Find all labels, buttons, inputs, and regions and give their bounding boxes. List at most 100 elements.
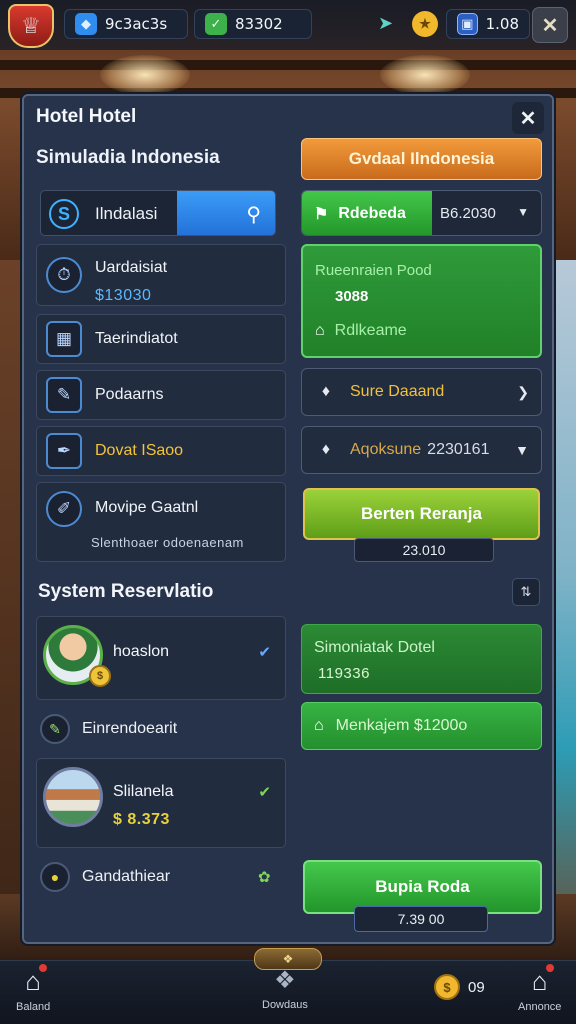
berten-price-tag: 23.010	[354, 538, 494, 562]
region-value: B6.2030	[440, 205, 496, 222]
coin-badge-icon: $	[89, 665, 111, 687]
search-icon: ⚲	[246, 203, 261, 226]
house-icon: ⌂	[532, 964, 554, 997]
list-item-label: Podaarns	[95, 386, 164, 403]
reservation-name: hoaslon	[113, 643, 170, 660]
pool-view	[554, 260, 576, 960]
panel-title: Hotel Hotel	[36, 106, 137, 127]
list-item-uardaisiat[interactable]: ⏱ Uardaisiat $13030	[36, 244, 286, 306]
list-item-dovat[interactable]: ✒ Dovat ISaoo	[36, 426, 286, 476]
berten-reranja-button[interactable]: Berten Reranja	[303, 488, 540, 540]
nav-annonce[interactable]: ⌂ Annonce	[518, 964, 562, 1013]
simoniatak-card[interactable]: Simoniatak Dotel 119336	[301, 624, 542, 694]
search-button[interactable]: ⚲	[177, 191, 275, 235]
reservation-item-slilanela[interactable]: Slilanela ✔ $ 8.373	[36, 758, 286, 848]
region-label: Rdebeda	[338, 205, 406, 222]
ceiling-light	[380, 55, 470, 95]
grid-icon: ▦	[46, 321, 82, 357]
gems-counter[interactable]: ◆ 9c3ac3s	[64, 9, 188, 39]
gems-value: 9c3ac3s	[105, 15, 168, 33]
list-item-label: Taerindiatot	[95, 330, 178, 347]
top-hud: ♕ ◆ 9c3ac3s ✓ 83302 ➤ ★ ▣ 1.08 ✕	[0, 0, 576, 50]
list-item-caption: Slenthoaer odoenaenam	[91, 535, 244, 550]
bupia-price-tag: 7.39 00	[354, 906, 488, 932]
nav-label: Dowdaus	[262, 999, 308, 1011]
left-wall	[0, 260, 24, 960]
aqoksune-value: 2230161	[427, 441, 490, 458]
nav-baland[interactable]: ⌂ Baland	[16, 964, 51, 1013]
wrench-icon[interactable]: ➤	[378, 13, 393, 34]
plain-row-label: Gandathiear	[82, 868, 171, 885]
card-value: 119336	[318, 665, 370, 682]
list-item-gandathiear[interactable]: ● Gandathiear ✿	[40, 862, 271, 892]
panel-close-icon[interactable]: ✕	[512, 102, 544, 134]
pencil-icon: ✎	[46, 377, 82, 413]
close-icon[interactable]: ✕	[532, 7, 568, 43]
sure-daaand-row[interactable]: ♦ Sure Daaand ❯	[301, 368, 542, 416]
aqoksune-label: Aqoksune	[350, 441, 422, 458]
chevron-right-icon: ❯	[517, 383, 529, 400]
search-value: Ilndalasi	[95, 204, 158, 223]
reservation-value: $ 8.373	[113, 811, 170, 828]
flag-icon: ⚑	[314, 206, 329, 223]
reservation-summary-card[interactable]: Rueenraien Pood 3088 ⌂ Rdlkeame	[301, 244, 542, 358]
menkajem-label: Menkajem $1200o	[335, 717, 468, 734]
hotel-icon: ⌂	[315, 322, 325, 339]
ceiling-light	[100, 55, 190, 95]
summary-footer: ⌂ Rdlkeame	[315, 322, 407, 340]
summary-value: 3088	[335, 288, 369, 305]
shield-icon: ♦	[321, 441, 331, 458]
brush-icon: ✐	[46, 491, 82, 527]
cash-value: 83302	[235, 15, 283, 33]
hotel-icon: ⌂	[314, 717, 324, 734]
gold-coin-icon[interactable]: ★	[412, 11, 438, 37]
reservation-item-hoaslon[interactable]: $ hoaslon ✔	[36, 616, 286, 700]
cash-counter[interactable]: ✓ 83302	[194, 9, 312, 39]
summary-footer-label: Rdlkeame	[334, 322, 407, 339]
plain-row-label: Einrendoearit	[82, 720, 178, 737]
profile-crest-icon[interactable]: ♕	[8, 4, 54, 48]
check-icon: ✔	[258, 784, 271, 801]
orange-action-button[interactable]: Gvdaal Ilndonesia	[301, 138, 542, 180]
coin-value: 09	[468, 978, 485, 996]
list-item-label: Movipe Gaatnl	[95, 499, 199, 516]
pencil-icon: ✎	[40, 714, 70, 744]
list-item-einrendoearit[interactable]: ✎ Einrendoearit	[40, 714, 177, 744]
list-item-label: Uardaisiat	[95, 259, 168, 276]
nav-dowdaus[interactable]: ❖ Dowdaus	[262, 966, 308, 1011]
aqoksune-dropdown[interactable]: ♦ Aqoksune 2230161 ▼	[301, 426, 542, 474]
nav-label: Baland	[16, 1001, 51, 1013]
clover-icon: ✿	[258, 869, 271, 886]
region-label-box: ⚑ Rdebeda	[302, 191, 432, 235]
list-item-podaarns[interactable]: ✎ Podaarns	[36, 370, 286, 420]
lamp-icon: ●	[40, 862, 70, 892]
blue-gem-icon: ◆	[75, 13, 97, 35]
ticket-icon: ▣	[457, 13, 478, 35]
list-item-taerindiatot[interactable]: ▦ Taerindiatot	[36, 314, 286, 364]
green-cash-icon: ✓	[205, 13, 227, 35]
nav-label: Annonce	[518, 1001, 562, 1013]
hotel-panel: Hotel Hotel ✕ Simuladia Indonesia Gvdaal…	[22, 94, 554, 944]
puzzle-icon: ❖	[274, 967, 296, 994]
search-field[interactable]: S Ilndalasi ⚲	[40, 190, 276, 236]
reservation-name: Slilanela	[113, 783, 174, 800]
list-item-label: Dovat ISaoo	[95, 442, 184, 459]
region-dropdown[interactable]: ⚑ Rdebeda B6.2030 ▼	[301, 190, 542, 236]
list-item-value: $13030	[95, 287, 152, 304]
coin-counter[interactable]: $ 09	[434, 974, 485, 1000]
home-icon: ⌂	[25, 964, 47, 997]
sure-daaand-label: Sure Daaand	[350, 383, 445, 400]
menkajem-row[interactable]: ⌂ Menkajem $1200o	[301, 702, 542, 750]
ticket-value: 1.08	[485, 15, 519, 33]
s-logo-icon: S	[49, 199, 79, 229]
ticket-counter[interactable]: ▣ 1.08	[446, 9, 530, 39]
list-item-movipe[interactable]: ✐ Movipe Gaatnl Slenthoaer odoenaenam	[36, 482, 286, 562]
card-title: Simoniatak Dotel	[314, 639, 435, 656]
ceiling-beam	[0, 60, 576, 70]
sort-icon[interactable]: ⇅	[512, 578, 540, 606]
hotel-thumbnail	[43, 767, 103, 827]
gold-coin-icon: $	[434, 974, 460, 1000]
pen-icon: ✒	[46, 433, 82, 469]
summary-title: Rueenraien Pood	[315, 262, 432, 279]
chevron-down-icon: ▼	[515, 442, 529, 458]
